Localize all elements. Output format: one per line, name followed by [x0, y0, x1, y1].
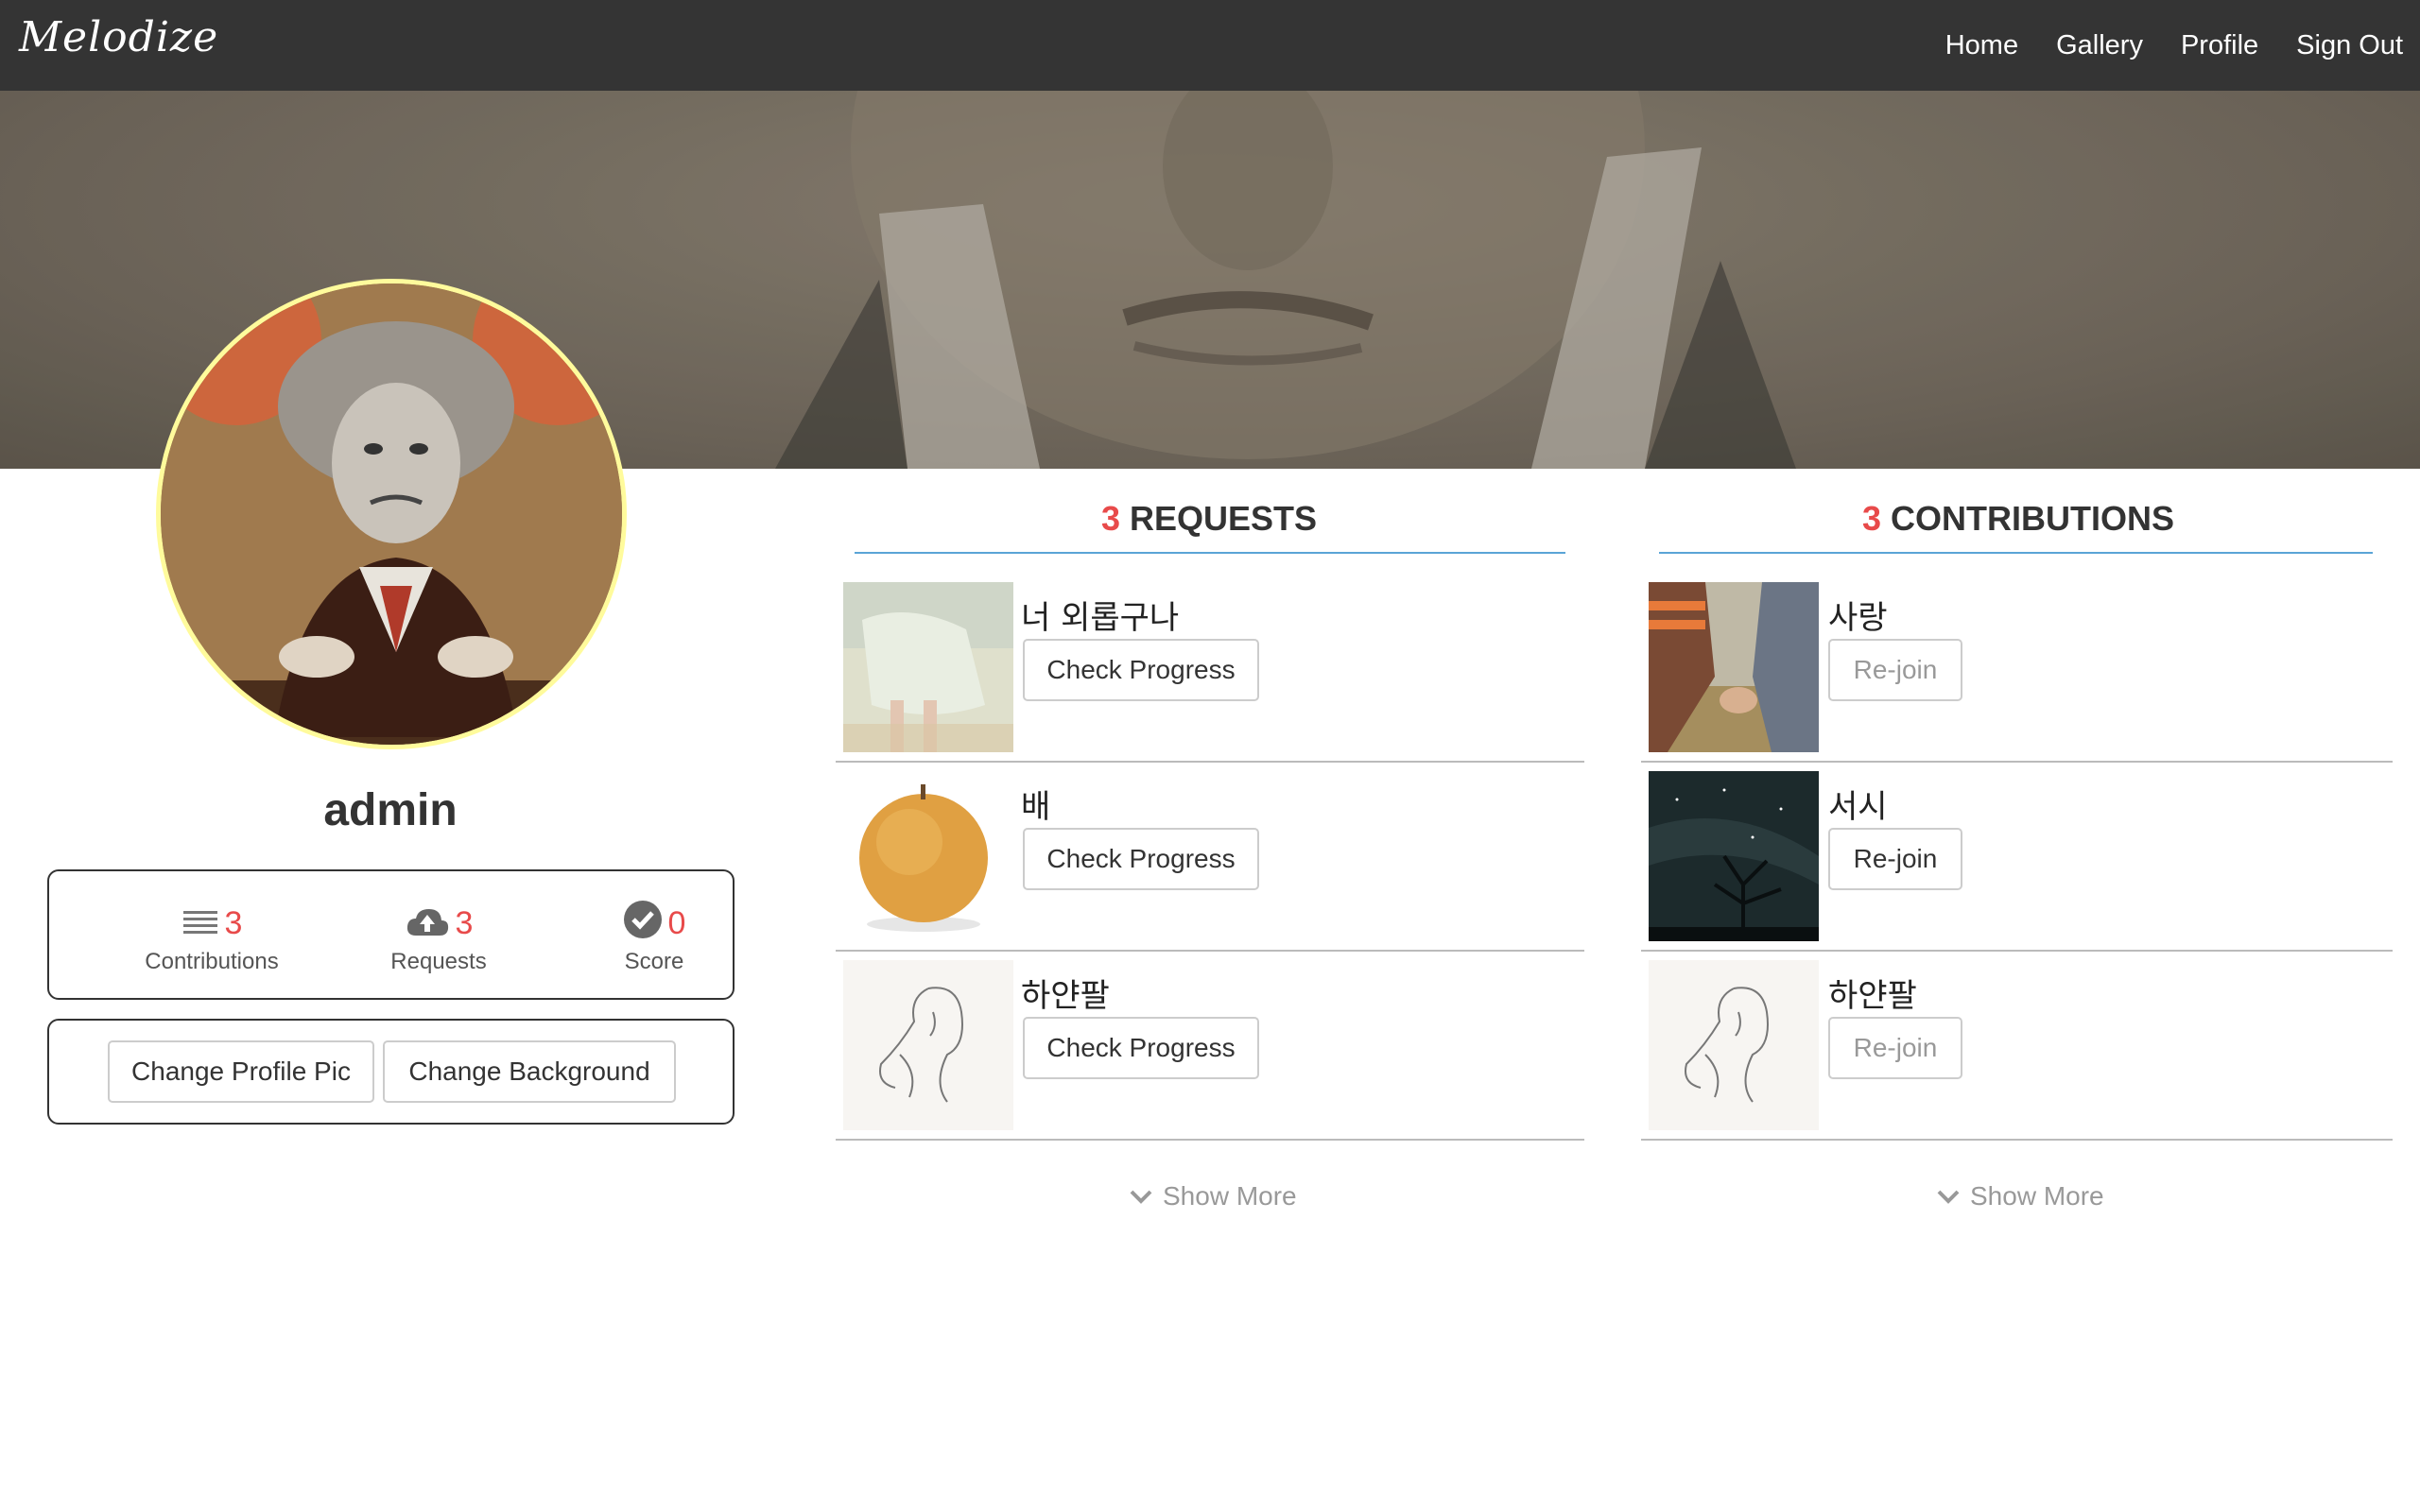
nav-profile[interactable]: Profile — [2181, 30, 2258, 61]
stat-contributions-label: Contributions — [145, 949, 279, 974]
profile-stats-panel: 3 Contributions 3 Requests 0 Score — [47, 869, 735, 1000]
cloud-upload-icon — [406, 909, 448, 936]
change-profile-pic-button[interactable]: Change Profile Pic — [108, 1040, 374, 1103]
request-title: 너 외롭구나 — [1021, 599, 1180, 637]
request-title: 배 — [1021, 788, 1051, 826]
check-progress-button[interactable]: Check Progress — [1023, 1017, 1259, 1079]
rejoin-button[interactable]: Re-join — [1828, 639, 1962, 701]
check-progress-button[interactable]: Check Progress — [1023, 639, 1259, 701]
nav-sign-out[interactable]: Sign Out — [2296, 30, 2403, 61]
stat-requests[interactable]: 3 Requests — [335, 892, 543, 975]
rejoin-button[interactable]: Re-join — [1828, 1017, 1962, 1079]
check-progress-button[interactable]: Check Progress — [1023, 828, 1259, 890]
nav-gallery[interactable]: Gallery — [2056, 30, 2143, 61]
request-title: 하얀팔 — [1021, 977, 1110, 1015]
list-icon — [182, 911, 217, 934]
requests-heading: 3 REQUESTS — [836, 499, 1582, 539]
contributions-show-more-label: Show More — [1970, 1181, 2104, 1211]
profile-username: admin — [323, 785, 458, 835]
stat-requests-label: Requests — [390, 949, 487, 974]
stat-requests-value: 3 — [455, 905, 474, 941]
brand-logo[interactable]: Melodize — [19, 13, 218, 61]
request-thumbnail[interactable] — [843, 960, 1013, 1130]
contributions-title: CONTRIBUTIONS — [1891, 499, 2175, 538]
requests-show-more-label: Show More — [1163, 1181, 1297, 1211]
contributions-show-more[interactable]: Show More — [1936, 1181, 2104, 1211]
contribution-thumbnail[interactable] — [1649, 771, 1819, 941]
profile-actions-panel: Change Profile Pic Change Background — [47, 1019, 735, 1125]
contribution-title: 사랑 — [1828, 599, 1888, 637]
list-divider — [836, 1139, 1584, 1141]
contributions-heading: 3 CONTRIBUTIONS — [1645, 499, 2392, 539]
requests-count: 3 — [1100, 499, 1120, 538]
chevron-down-icon — [1937, 1190, 1960, 1204]
nav-home[interactable]: Home — [1945, 30, 2018, 61]
stat-contributions-value: 3 — [224, 905, 243, 941]
stat-score-label: Score — [624, 949, 684, 974]
check-circle-icon — [623, 901, 662, 938]
contributions-count: 3 — [1861, 499, 1881, 538]
stat-score-value: 0 — [667, 905, 686, 941]
chevron-down-icon — [1130, 1190, 1152, 1204]
contribution-thumbnail[interactable] — [1649, 582, 1819, 752]
request-thumbnail[interactable] — [843, 582, 1013, 752]
list-divider — [1641, 761, 2393, 763]
contribution-thumbnail[interactable] — [1649, 960, 1819, 1130]
stat-score[interactable]: 0 Score — [550, 892, 758, 975]
change-background-button[interactable]: Change Background — [383, 1040, 676, 1103]
stat-contributions[interactable]: 3 Contributions — [108, 892, 316, 975]
requests-show-more[interactable]: Show More — [1129, 1181, 1297, 1211]
requests-heading-underline — [855, 552, 1565, 554]
contributions-heading-underline — [1659, 552, 2373, 554]
requests-title: REQUESTS — [1130, 499, 1318, 538]
list-divider — [836, 761, 1584, 763]
list-divider — [1641, 1139, 2393, 1141]
contribution-title: 하얀팔 — [1828, 977, 1917, 1015]
nav-links: Home Gallery Profile Sign Out — [1908, 0, 2403, 91]
profile-avatar — [156, 279, 627, 749]
list-divider — [1641, 950, 2393, 952]
contribution-title: 서시 — [1828, 788, 1888, 826]
list-divider — [836, 950, 1584, 952]
rejoin-button[interactable]: Re-join — [1828, 828, 1962, 890]
request-thumbnail[interactable] — [843, 771, 1013, 941]
navbar: Melodize Home Gallery Profile Sign Out — [0, 0, 2420, 91]
